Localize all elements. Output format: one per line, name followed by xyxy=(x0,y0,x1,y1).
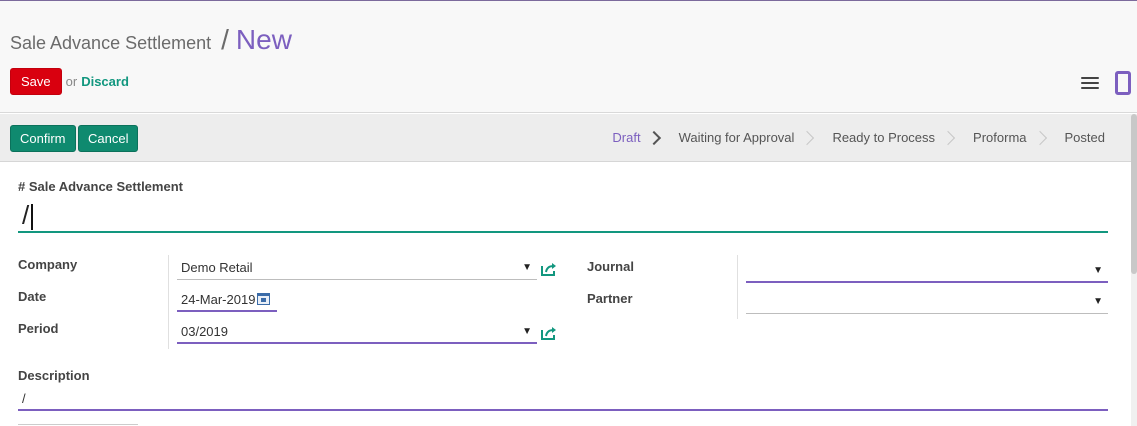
calendar-icon[interactable] xyxy=(257,293,270,305)
company-label: Company xyxy=(18,257,78,272)
chevron-right-icon xyxy=(940,130,956,145)
period-select[interactable]: 03/2019 ▼ xyxy=(177,322,537,344)
partner-label: Partner xyxy=(587,291,633,306)
breadcrumb-current: New xyxy=(235,24,292,55)
chevron-right-icon xyxy=(800,130,815,145)
date-value: 24-Mar-2019 xyxy=(181,292,256,307)
description-value: / xyxy=(22,391,26,406)
stage-pipeline: Draft Waiting for Approval Ready to Proc… xyxy=(594,114,1127,161)
stage-ready-to-process[interactable]: Ready to Process xyxy=(814,130,956,145)
chevron-right-icon xyxy=(1032,130,1047,145)
save-button[interactable]: Save xyxy=(10,68,62,95)
hamburger-icon[interactable] xyxy=(1081,75,1099,91)
name-input[interactable]: / xyxy=(18,199,1108,233)
confirm-button[interactable]: Confirm xyxy=(10,125,76,152)
caret-down-icon: ▼ xyxy=(1093,265,1103,276)
journal-label: Journal xyxy=(587,259,634,274)
external-link-icon[interactable] xyxy=(540,262,558,277)
page-scrollbar[interactable] xyxy=(1131,114,1137,426)
breadcrumb-parent-link[interactable]: Sale Advance Settlement xyxy=(10,33,211,54)
stage-posted[interactable]: Posted xyxy=(1047,130,1127,145)
journal-select[interactable]: ▼ xyxy=(746,261,1108,283)
company-select[interactable]: Demo Retail ▼ xyxy=(177,258,537,280)
form-buttons: Save or Discard xyxy=(10,68,129,95)
period-value: 03/2019 xyxy=(181,324,228,339)
discard-link[interactable]: Discard xyxy=(81,74,129,89)
description-label: Description xyxy=(18,368,90,383)
statusbar: Confirm Cancel Draft Waiting for Approva… xyxy=(0,114,1131,162)
scrollbar-thumb[interactable] xyxy=(1131,114,1137,274)
caret-down-icon: ▼ xyxy=(522,326,532,337)
caret-down-icon: ▼ xyxy=(1093,296,1103,307)
partner-select[interactable]: ▼ xyxy=(746,292,1108,314)
date-label: Date xyxy=(18,289,47,304)
cancel-button[interactable]: Cancel xyxy=(78,125,139,152)
control-panel: Sale Advance Settlement / New Save or Di… xyxy=(0,1,1137,113)
stage-proforma[interactable]: Proforma xyxy=(955,130,1047,145)
label-separator xyxy=(168,255,169,349)
external-link-icon[interactable] xyxy=(540,326,558,341)
period-label: Period xyxy=(18,321,59,336)
mobile-icon[interactable] xyxy=(1115,71,1131,95)
name-value: / xyxy=(22,200,30,230)
caret-down-icon: ▼ xyxy=(522,262,532,273)
text-cursor xyxy=(31,204,34,231)
stage-waiting-for-approval[interactable]: Waiting for Approval xyxy=(661,130,815,145)
breadcrumb: Sale Advance Settlement / New xyxy=(10,24,292,56)
breadcrumb-separator: / xyxy=(221,24,229,55)
label-separator xyxy=(737,255,738,319)
description-input[interactable]: / xyxy=(18,389,1108,411)
name-label: # Sale Advance Settlement xyxy=(18,179,183,194)
view-switcher xyxy=(1081,71,1131,95)
chevron-right-icon xyxy=(646,130,661,145)
or-text: or xyxy=(65,74,78,89)
company-value: Demo Retail xyxy=(181,260,253,275)
form-sheet: # Sale Advance Settlement / Company Date… xyxy=(0,162,1131,426)
stage-draft[interactable]: Draft xyxy=(594,130,661,145)
